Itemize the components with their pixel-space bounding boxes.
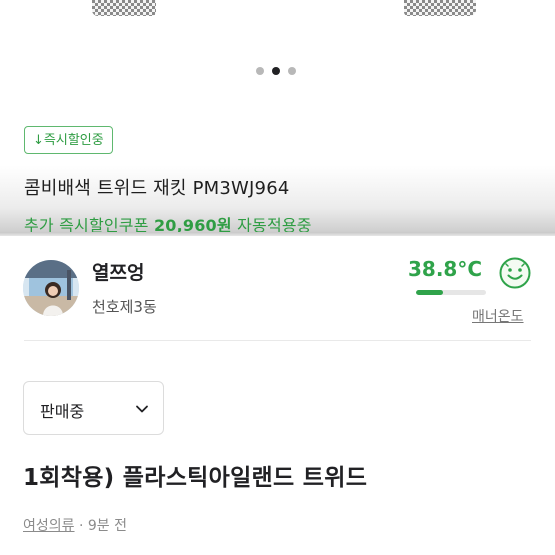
manner-temperature-bar [416,290,486,295]
sale-status-dropdown[interactable]: 판매중 [23,381,164,435]
post-title: 1회착용) 플라스틱아일랜드 트위드 [23,465,368,491]
manner-temperature-value: 38.8°C [408,257,483,281]
meta-separator: · [78,518,84,534]
instant-discount-badge: ↓즉시할인중 [24,126,113,154]
category-link[interactable]: 여성의류 [23,518,75,534]
smiley-face-icon [499,257,531,289]
seller-name[interactable]: 열쯔엉 [92,258,144,285]
carousel-indicator [256,67,296,75]
product-hero: ↓즉시할인중 콤비배색 트위드 재킷 PM3WJ964 추가 즉시할인쿠폰 20… [0,0,555,236]
post-meta: 여성의류 · 9분 전 [23,515,127,535]
manner-temperature-fill [416,290,444,295]
product-name[interactable]: 콤비배색 트위드 재킷 PM3WJ964 [24,174,290,200]
sale-status-value: 판매중 [40,402,85,421]
section-divider [24,340,531,341]
seller-region: 천호제3동 [92,298,157,316]
seller-profile[interactable]: 열쯔엉 천호제3동 38.8°C 매너온도 [0,236,555,340]
avatar[interactable] [23,260,79,316]
product-image-left-fragment[interactable] [92,0,156,16]
product-image-right-fragment[interactable] [404,0,476,16]
posted-time: 9분 전 [87,518,128,534]
carousel-dot[interactable] [288,67,296,75]
avatar-photo [23,260,79,316]
carousel-dot-active[interactable] [272,67,280,75]
carousel-dot[interactable] [256,67,264,75]
chevron-down-icon [136,405,148,413]
manner-temperature-link[interactable]: 매너온도 [472,306,524,326]
hero-background [0,0,555,236]
